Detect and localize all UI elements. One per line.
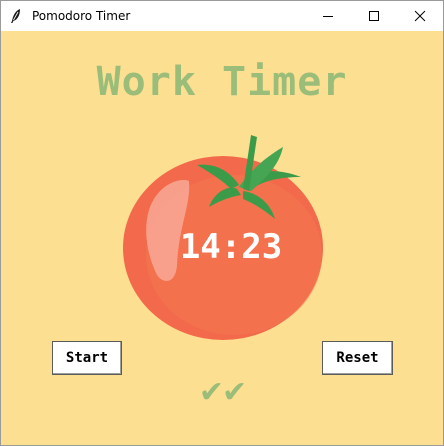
page-title: Work Timer [96, 59, 348, 105]
app-content: Work Timer 14:23 Start Reset ✔✔ [1, 31, 443, 445]
maximize-icon [369, 11, 379, 21]
reset-button[interactable]: Reset [322, 341, 393, 375]
maximize-button[interactable] [351, 1, 397, 31]
app-window: Pomodoro Timer Work Timer 14:23 Start Re… [0, 0, 444, 446]
close-button[interactable] [397, 1, 443, 31]
title-bar[interactable]: Pomodoro Timer [1, 1, 443, 31]
minimize-button[interactable] [305, 1, 351, 31]
close-icon [414, 10, 426, 22]
minimize-icon [323, 16, 333, 17]
checkmarks: ✔✔ [198, 375, 247, 410]
timer-display: 14:23 [179, 227, 283, 267]
window-title: Pomodoro Timer [32, 9, 131, 23]
feather-icon [11, 9, 20, 23]
start-button[interactable]: Start [52, 341, 122, 375]
